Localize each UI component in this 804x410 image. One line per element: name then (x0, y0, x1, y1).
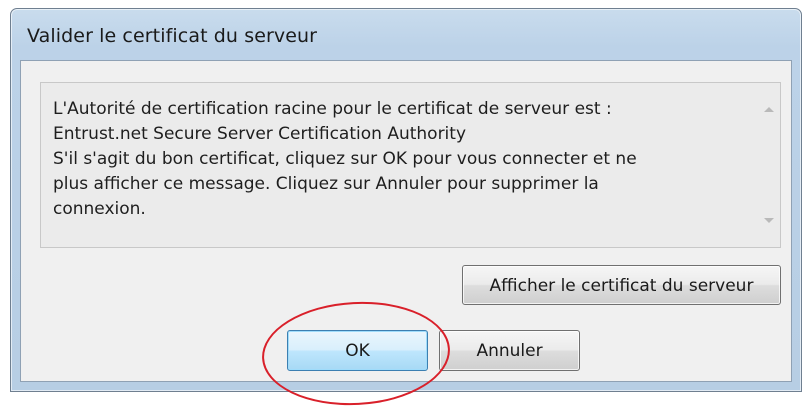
dialog-title: Valider le certificat du serveur (27, 25, 318, 47)
view-certificate-button[interactable]: Afficher le certificat du serveur (462, 265, 781, 305)
message-line: L'Autorité de certification racine pour … (53, 99, 612, 119)
ok-button[interactable]: OK (287, 330, 428, 371)
message-line: connexion. (53, 199, 146, 219)
message-scrollbar[interactable] (761, 85, 778, 245)
message-line: S'il s'agit du bon certificat, cliquez s… (53, 149, 637, 169)
message-line: Entrust.net Secure Server Certification … (53, 124, 467, 144)
message-text: L'Autorité de certification racine pour … (53, 97, 743, 222)
scroll-up-arrow-icon[interactable] (764, 107, 774, 112)
scroll-down-arrow-icon[interactable] (764, 218, 774, 223)
certificate-dialog-window: Valider le certificat du serveur L'Autor… (10, 8, 802, 410)
message-textbox[interactable]: L'Autorité de certification racine pour … (40, 82, 781, 248)
dialog-body: L'Autorité de certification racine pour … (20, 60, 792, 410)
message-line: plus afficher ce message. Cliquez sur An… (53, 174, 599, 194)
cancel-button[interactable]: Annuler (439, 330, 580, 371)
dialog-titlebar[interactable]: Valider le certificat du serveur (11, 9, 801, 62)
